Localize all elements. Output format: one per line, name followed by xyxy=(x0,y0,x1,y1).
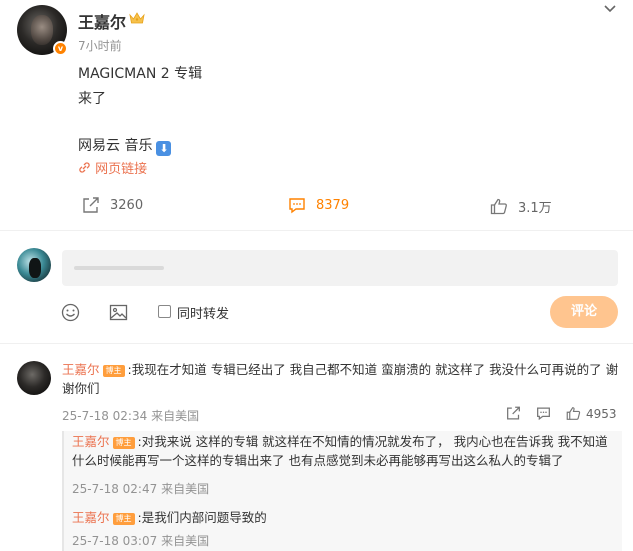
reply-indent-bar xyxy=(62,431,64,551)
commenter-name[interactable]: 王嘉尔 xyxy=(62,362,100,377)
repost-icon[interactable] xyxy=(506,406,521,421)
verified-badge-icon: v xyxy=(53,41,68,56)
replier-name[interactable]: 王嘉尔 xyxy=(72,510,110,525)
reply-body: :是我们内部问题导致的 xyxy=(137,510,267,525)
reply-meta: 25-7-18 03:07 来自美国 xyxy=(72,532,209,549)
reply-body: :对我来说 这样的专辑 就这样在不知情的情况就发布了， 我内心也在告诉我 我不知… xyxy=(72,434,608,468)
repost-count: 3260 xyxy=(110,198,144,213)
comment-source: 来自美国 xyxy=(151,409,200,423)
comment-like-count: 4953 xyxy=(586,406,617,421)
comment-text: 王嘉尔 博主:我现在才知道 专辑已经出了 我自己都不知道 蛮崩溃的 就这样了 我没… xyxy=(62,360,622,398)
author-name[interactable]: 王嘉尔 xyxy=(78,9,126,33)
current-user-avatar[interactable] xyxy=(17,248,51,282)
comment-button[interactable]: 8379 xyxy=(288,197,349,214)
comment-actions: 4953 xyxy=(506,406,617,421)
chevron-down-icon[interactable] xyxy=(603,4,617,14)
divider xyxy=(0,343,633,344)
crown-icon xyxy=(129,12,145,24)
post-text: 网易云 音乐 xyxy=(78,138,153,154)
commenter-avatar[interactable] xyxy=(17,361,51,395)
blogger-tag: 博主 xyxy=(112,513,135,525)
web-link-label[interactable]: 网页链接 xyxy=(95,162,147,177)
emoji-icon[interactable] xyxy=(61,303,80,322)
thumbs-up-icon xyxy=(490,198,507,215)
reply-time: 25-7-18 02:47 xyxy=(72,482,158,496)
also-repost-label[interactable]: 同时转发 xyxy=(177,303,229,322)
like-button[interactable]: 3.1万 xyxy=(490,197,552,216)
comment-icon xyxy=(289,198,305,214)
also-repost-checkbox[interactable] xyxy=(158,305,171,318)
blogger-tag: 博主 xyxy=(102,365,125,377)
link-icon xyxy=(79,162,90,173)
post-text-line: 网易云 音乐 ⬇ xyxy=(78,135,172,156)
comment-body: :我现在才知道 专辑已经出了 我自己都不知道 蛮崩溃的 就这样了 我没什么可再说… xyxy=(62,362,619,396)
reply-text: 王嘉尔 博主:是我们内部问题导致的 xyxy=(72,508,620,527)
thumbs-up-icon xyxy=(566,407,581,420)
like-count: 3.1万 xyxy=(518,201,552,216)
post-text-line: MAGICMAN 2 专辑 xyxy=(78,66,203,82)
comment-count: 8379 xyxy=(316,198,350,213)
repost-icon xyxy=(83,197,99,213)
reply-meta: 25-7-18 02:47 来自美国 xyxy=(72,480,209,497)
comment-time: 25-7-18 02:34 xyxy=(62,409,148,423)
web-link[interactable]: 网页链接 xyxy=(78,158,147,177)
image-icon[interactable] xyxy=(109,303,128,322)
post-text-line: 来了 xyxy=(78,91,106,107)
down-arrow-icon: ⬇ xyxy=(156,141,172,156)
comment-input-placeholder xyxy=(74,266,164,270)
reply-source: 来自美国 xyxy=(161,534,210,548)
replier-name[interactable]: 王嘉尔 xyxy=(72,434,110,449)
repost-button[interactable]: 3260 xyxy=(82,197,143,214)
blogger-tag: 博主 xyxy=(112,437,135,449)
reply-text: 王嘉尔 博主:对我来说 这样的专辑 就这样在不知情的情况就发布了， 我内心也在告诉… xyxy=(72,432,620,470)
comment-meta: 25-7-18 02:34 来自美国 xyxy=(62,407,199,424)
submit-comment-button[interactable]: 评论 xyxy=(550,296,618,328)
comment-input[interactable] xyxy=(62,250,618,286)
reply-source: 来自美国 xyxy=(161,482,210,496)
post-timestamp[interactable]: 7小时前 xyxy=(78,37,122,54)
comment-like-button[interactable]: 4953 xyxy=(566,406,617,421)
divider xyxy=(0,230,633,231)
reply-time: 25-7-18 03:07 xyxy=(72,534,158,548)
reply-icon[interactable] xyxy=(536,406,551,421)
